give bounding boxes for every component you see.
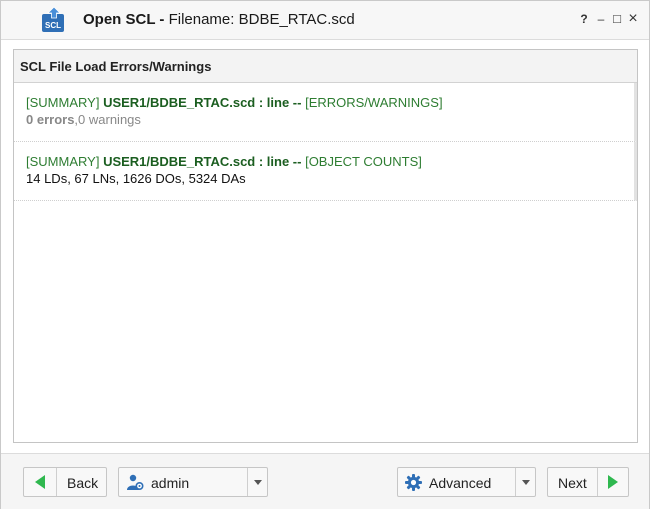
message-file: USER1/BDBE_RTAC.scd : line -- bbox=[103, 154, 302, 169]
scl-file-icon: SCL bbox=[42, 6, 64, 32]
message-detail: 0 errors,0 warnings bbox=[26, 112, 634, 127]
message-tag: [ERRORS/WARNINGS] bbox=[301, 95, 443, 110]
button-divider bbox=[597, 468, 598, 496]
chevron-down-icon bbox=[254, 480, 262, 485]
warning-count: ,0 warnings bbox=[74, 112, 141, 127]
user-dropdown[interactable]: admin bbox=[118, 467, 268, 497]
close-button[interactable]: × bbox=[626, 10, 640, 28]
message-prefix: [SUMMARY] bbox=[26, 154, 104, 169]
message-header: [SUMMARY] USER1/BDBE_RTAC.scd : line -- … bbox=[26, 95, 634, 110]
user-label: admin bbox=[151, 475, 190, 491]
open-scl-dialog: SCL Open SCL - Filename: BDBE_RTAC.scd ?… bbox=[0, 0, 650, 509]
advanced-dropdown[interactable]: Advanced bbox=[397, 467, 536, 497]
panel-header: SCL File Load Errors/Warnings bbox=[14, 50, 637, 83]
help-button[interactable]: ? bbox=[577, 10, 591, 28]
window-title-filename: Filename: BDBE_RTAC.scd bbox=[164, 11, 355, 28]
maximize-button[interactable]: □ bbox=[610, 10, 624, 28]
message-header: [SUMMARY] USER1/BDBE_RTAC.scd : line -- … bbox=[26, 154, 634, 169]
arrow-left-icon bbox=[35, 475, 45, 489]
next-button-label: Next bbox=[558, 475, 587, 491]
list-item[interactable]: [SUMMARY] USER1/BDBE_RTAC.scd : line -- … bbox=[14, 83, 637, 142]
button-divider bbox=[56, 468, 57, 496]
message-tag: [OBJECT COUNTS] bbox=[301, 154, 422, 169]
window-title: Open SCL - Filename: BDBE_RTAC.scd bbox=[83, 11, 355, 28]
dialog-footer: Back admin Advanced Next bbox=[1, 453, 649, 509]
errors-warnings-panel: SCL File Load Errors/Warnings [SUMMARY] … bbox=[13, 49, 638, 443]
chevron-down-icon bbox=[522, 480, 530, 485]
user-gear-icon bbox=[127, 474, 144, 491]
dropdown-divider bbox=[515, 468, 516, 496]
message-prefix: [SUMMARY] bbox=[26, 95, 104, 110]
arrow-right-icon bbox=[608, 475, 618, 489]
gear-icon bbox=[405, 474, 422, 491]
back-button[interactable]: Back bbox=[23, 467, 107, 497]
next-button[interactable]: Next bbox=[547, 467, 629, 497]
message-file: USER1/BDBE_RTAC.scd : line -- bbox=[103, 95, 302, 110]
title-bar: SCL Open SCL - Filename: BDBE_RTAC.scd ?… bbox=[1, 1, 649, 40]
message-list[interactable]: [SUMMARY] USER1/BDBE_RTAC.scd : line -- … bbox=[14, 83, 637, 441]
list-item[interactable]: [SUMMARY] USER1/BDBE_RTAC.scd : line -- … bbox=[14, 142, 637, 201]
back-button-label: Back bbox=[67, 475, 99, 491]
app-icon-text: SCL bbox=[45, 21, 61, 30]
dropdown-divider bbox=[247, 468, 248, 496]
advanced-label: Advanced bbox=[429, 475, 492, 491]
error-count: 0 errors bbox=[26, 112, 75, 127]
minimize-button[interactable]: – bbox=[594, 10, 608, 28]
window-title-strong: Open SCL - bbox=[83, 11, 165, 28]
panel-title: SCL File Load Errors/Warnings bbox=[20, 59, 212, 74]
message-detail: 14 LDs, 67 LNs, 1626 DOs, 5324 DAs bbox=[26, 171, 246, 186]
